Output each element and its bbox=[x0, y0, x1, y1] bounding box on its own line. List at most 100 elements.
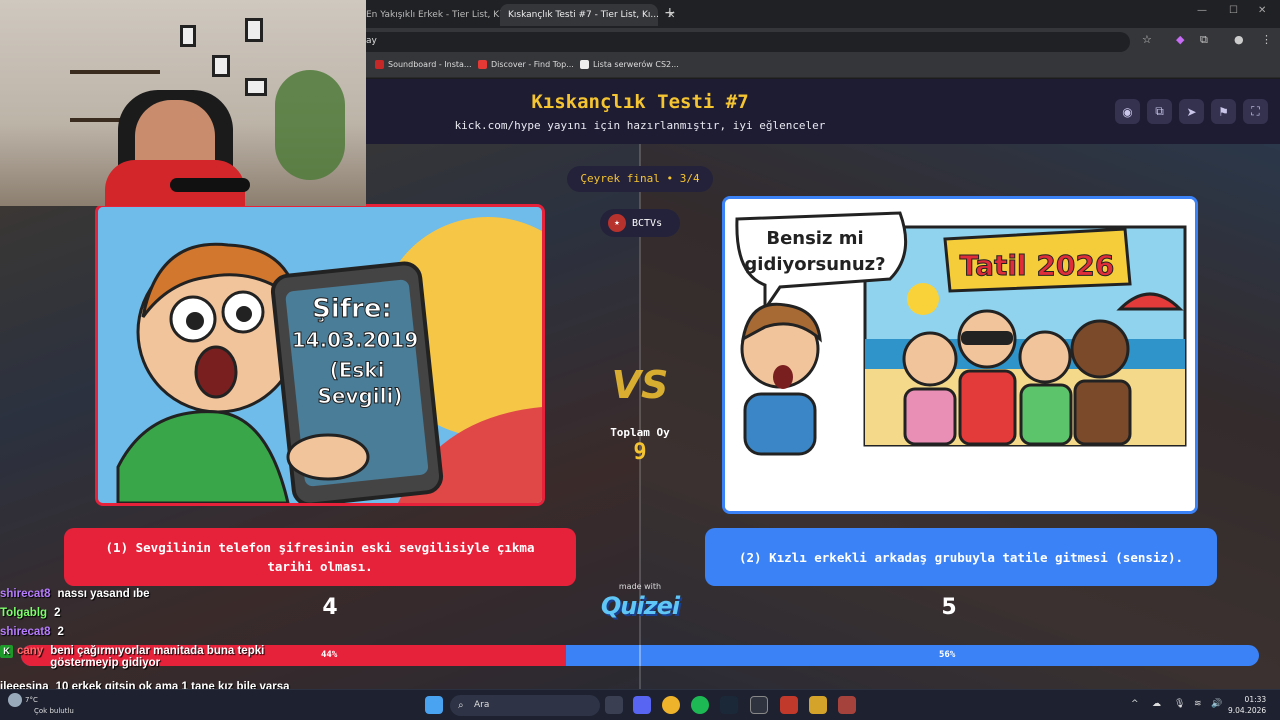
extension-icon[interactable]: ◆ bbox=[1176, 33, 1184, 46]
phone-text-line4: Sevgili) bbox=[317, 384, 402, 408]
steam-icon[interactable] bbox=[720, 696, 738, 714]
taskbar-search[interactable]: ⌕ Ara bbox=[450, 695, 600, 716]
chat-text: beni çağırmıyorlar manitada buna tepki g… bbox=[50, 645, 265, 669]
holiday-group-illustration: Tatil 2026 Bensiz mi gidiyorsunuz? bbox=[725, 199, 1195, 511]
tab-tier-list-erkek[interactable]: En Yakışıklı Erkek - Tier List, Ki... ✕ bbox=[358, 4, 527, 26]
bookmark-star-icon[interactable]: ☆ bbox=[1142, 33, 1152, 46]
minimize-icon[interactable]: — bbox=[1197, 5, 1207, 16]
option-left-text: (1) Sevgilinin telefon şifresinin eski s… bbox=[105, 540, 535, 574]
bookmark-label: Soundboard - Insta... bbox=[388, 60, 472, 69]
phone-password-illustration: Şifre: 14.03.2019 (Eski Sevgili) bbox=[98, 207, 542, 503]
flag-icon[interactable]: ⚑ bbox=[1211, 99, 1236, 124]
wifi-icon[interactable]: ≋ bbox=[1194, 699, 1202, 709]
volume-icon[interactable]: 🔊 bbox=[1211, 699, 1222, 709]
send-icon[interactable]: ➤ bbox=[1179, 99, 1204, 124]
left-percent-label: 44% bbox=[321, 650, 338, 660]
bookmark-soundboard[interactable]: Soundboard - Insta... bbox=[375, 60, 472, 69]
cloud-icon[interactable]: ☁ bbox=[1152, 699, 1161, 709]
spotify-icon[interactable] bbox=[691, 696, 709, 714]
wall-frame bbox=[245, 78, 267, 96]
extensions-puzzle-icon[interactable]: ⧉ bbox=[1200, 33, 1208, 47]
app-icon[interactable] bbox=[809, 696, 827, 714]
phone-text-line3: (Eski bbox=[330, 358, 385, 382]
chat-username: shirecat8 bbox=[0, 588, 51, 600]
tab-label: En Yakışıklı Erkek - Tier List, Ki... bbox=[366, 10, 511, 20]
kick-badge-icon: K bbox=[0, 645, 13, 658]
vs-logo: VS bbox=[611, 363, 669, 407]
discord-icon[interactable] bbox=[633, 696, 651, 714]
address-bar[interactable]: ay bbox=[330, 32, 1130, 52]
bookmark-lista-serwerow[interactable]: Lista serwerów CS2... bbox=[580, 60, 679, 69]
bookmark-favicon-icon bbox=[375, 60, 384, 69]
task-view-icon[interactable] bbox=[605, 696, 623, 714]
wall-frame bbox=[212, 55, 230, 77]
weather-desc: Çok bulutlu bbox=[34, 707, 74, 715]
clock-time: 01:33 bbox=[1244, 695, 1267, 704]
microphone bbox=[170, 178, 250, 192]
shelf bbox=[70, 70, 160, 74]
clock-date: 9.04.2026 bbox=[1228, 706, 1267, 715]
menu-kebab-icon[interactable]: ⋮ bbox=[1261, 33, 1272, 46]
progress-center-marker bbox=[639, 645, 641, 666]
share-copy-icon[interactable]: ⧉ bbox=[1147, 99, 1172, 124]
fullscreen-icon[interactable]: ⛶ bbox=[1243, 99, 1268, 124]
weather-widget[interactable]: 7°C Çok bulutlu bbox=[8, 693, 74, 716]
chat-message: Kcany beni çağırmıyorlar manitada buna t… bbox=[0, 645, 290, 669]
app-icon[interactable] bbox=[838, 696, 856, 714]
chat-text: 2 bbox=[54, 607, 61, 619]
bookmark-label: Lista serwerów CS2... bbox=[593, 60, 679, 69]
screen: En Yakışıklı Erkek - Tier List, Ki... ✕ … bbox=[0, 0, 1280, 720]
new-tab-icon[interactable]: + bbox=[664, 5, 676, 21]
system-clock[interactable]: 01:33 9.04.2026 bbox=[1228, 694, 1266, 716]
chat-message: Tolgablg 2 bbox=[0, 607, 294, 619]
option-right-text: (2) Kızlı erkekli arkadaş grubuyla tatil… bbox=[738, 549, 1183, 565]
banner-text: Tatil 2026 bbox=[960, 249, 1115, 282]
profile-avatar-icon[interactable]: ● bbox=[1234, 33, 1244, 46]
chat-username: Tolgablg bbox=[0, 607, 48, 619]
bookmark-favicon-icon bbox=[580, 60, 589, 69]
chat-message: shirecat8 2 bbox=[0, 626, 298, 638]
option-right-button[interactable]: (2) Kızlı erkekli arkadaş grubuyla tatil… bbox=[705, 528, 1217, 586]
option-left-button[interactable]: (1) Sevgilinin telefon şifresinin eski s… bbox=[64, 528, 576, 586]
window-close-icon[interactable]: ✕ bbox=[1258, 5, 1266, 16]
avatar: ★ bbox=[608, 214, 626, 232]
tab-label: Kıskançlık Testi #7 - Tier List, Kı... bbox=[508, 10, 659, 20]
weather-temp: 7°C bbox=[25, 696, 38, 704]
phone-text-date: 14.03.2019 bbox=[292, 328, 419, 352]
windows-taskbar: 7°C Çok bulutlu ⌕ Ara ^ ☁ 🎙 ≋ 🔊 01:33 9.… bbox=[0, 689, 1280, 720]
plant bbox=[275, 70, 345, 180]
webcam-overlay bbox=[0, 0, 366, 206]
option-left-image[interactable]: Şifre: 14.03.2019 (Eski Sevgili) bbox=[95, 204, 545, 506]
option-right-image[interactable]: Tatil 2026 Bensiz mi gidiyorsunuz? bbox=[722, 196, 1198, 514]
search-icon: ⌕ bbox=[458, 700, 464, 711]
chat-text: 2 bbox=[57, 626, 64, 638]
left-vote-count: 4 bbox=[322, 595, 338, 620]
address-text: ay bbox=[366, 36, 377, 46]
app-shield-icon[interactable] bbox=[780, 696, 798, 714]
total-votes-value: 9 bbox=[633, 440, 647, 465]
speech-bubble-line1: Bensiz mi bbox=[766, 228, 863, 249]
creator-badge[interactable]: ★ BCTVs bbox=[600, 209, 680, 237]
bookmark-label: Discover - Find Top... bbox=[491, 60, 574, 69]
wall-frame bbox=[180, 25, 196, 47]
bookmark-discover[interactable]: Discover - Find Top... bbox=[478, 60, 574, 69]
right-vote-count: 5 bbox=[941, 595, 957, 620]
quizei-logo[interactable]: Quizei bbox=[590, 592, 690, 620]
speech-bubble-line2: gidiyorsunuz? bbox=[744, 254, 885, 275]
start-icon[interactable] bbox=[425, 696, 443, 714]
eye-icon[interactable]: ◉ bbox=[1115, 99, 1140, 124]
chat-username: cany bbox=[17, 645, 44, 657]
maximize-icon[interactable]: ☐ bbox=[1229, 5, 1238, 16]
cloud-icon bbox=[8, 693, 22, 707]
chevron-up-icon[interactable]: ^ bbox=[1131, 699, 1139, 709]
microphone-icon[interactable]: 🎙 bbox=[1174, 699, 1185, 709]
round-badge: Çeyrek final • 3/4 bbox=[567, 166, 713, 192]
made-with-label: made with bbox=[618, 582, 662, 591]
total-votes-label: Toplam Oy bbox=[610, 426, 670, 439]
tab-kiskanclik-testi[interactable]: Kıskançlık Testi #7 - Tier List, Kı... ✕ bbox=[500, 4, 675, 26]
obs-icon[interactable] bbox=[750, 696, 768, 714]
right-percent-label: 56% bbox=[939, 650, 956, 660]
chat-username-wrap: Kcany bbox=[0, 645, 43, 669]
chat-text: nassı yasand ıbe bbox=[57, 588, 150, 600]
chrome-icon[interactable] bbox=[662, 696, 680, 714]
